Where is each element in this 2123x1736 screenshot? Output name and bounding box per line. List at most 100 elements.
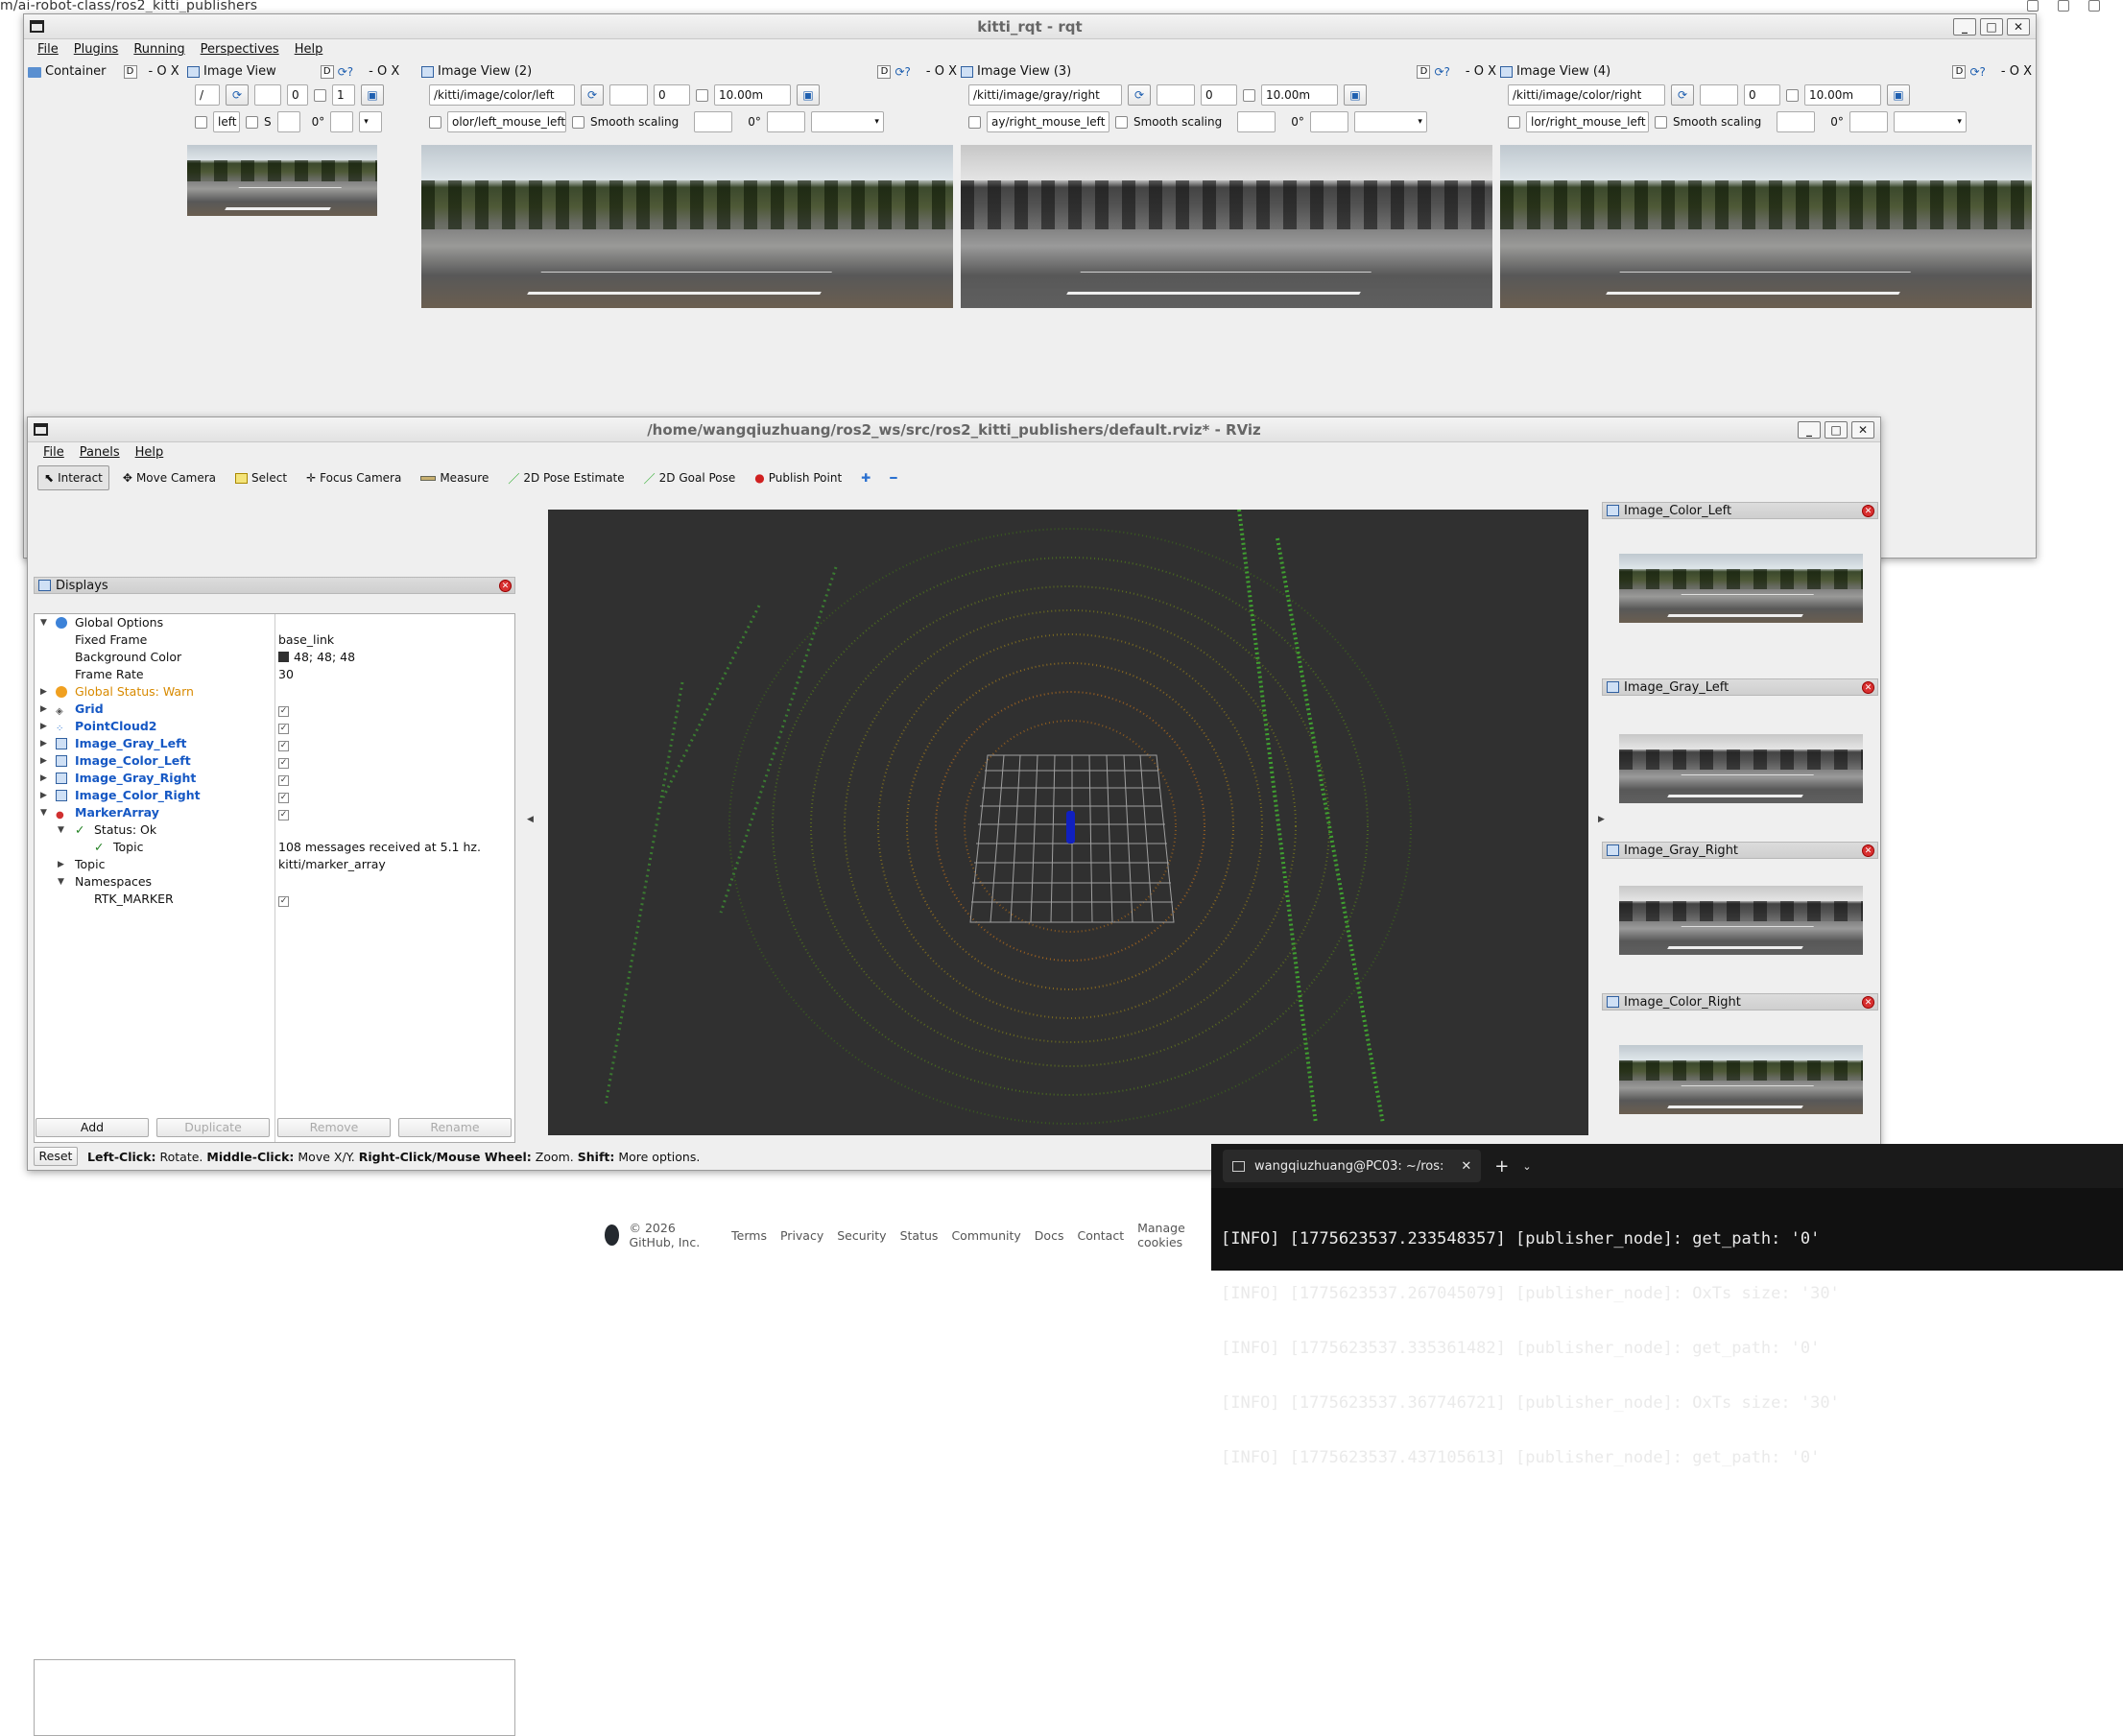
rotation-spin[interactable]: 0 xyxy=(1201,84,1237,106)
tool-focus-camera[interactable]: ✛ Focus Camera xyxy=(300,465,407,490)
tool-2d-pose-estimate[interactable]: ／ 2D Pose Estimate xyxy=(502,465,630,490)
dock-d-button[interactable]: D xyxy=(877,65,892,79)
checkbox-enabled[interactable]: ✓ xyxy=(278,896,289,907)
displays-panel-header[interactable]: Displays ✕ xyxy=(34,577,515,594)
new-tab-icon[interactable]: + xyxy=(1494,1156,1509,1177)
mouse-pub-checkbox[interactable] xyxy=(1508,115,1520,129)
rotation-field[interactable] xyxy=(766,111,805,132)
color-field[interactable] xyxy=(1777,111,1816,132)
tree-row-rtk-marker[interactable]: RTK_MARKER ✓ xyxy=(35,891,514,908)
add-display-button[interactable]: Add xyxy=(36,1118,149,1137)
tool-publish-point[interactable]: ● Publish Point xyxy=(749,465,847,490)
dock-d-button[interactable]: D xyxy=(1417,65,1431,79)
checkbox-enabled[interactable]: ✓ xyxy=(278,758,289,769)
mouse-topic-field[interactable]: olor/left_mouse_left xyxy=(447,111,566,132)
topic-select[interactable]: / xyxy=(195,84,220,106)
tree-row-image-color-right[interactable]: ▶ Image_Color_Right ✓ xyxy=(35,787,514,804)
refresh-topics-button[interactable]: ⟳ xyxy=(1671,84,1694,106)
footer-link-contact[interactable]: Contact xyxy=(1077,1228,1124,1243)
footer-link-manage-cookies[interactable]: Manage cookies xyxy=(1137,1221,1205,1249)
tree-row-pointcloud2[interactable]: ▶ ⁘ PointCloud2 ✓ xyxy=(35,718,514,735)
tree-row-background-color[interactable]: Background Color 48; 48; 48 xyxy=(35,649,514,666)
footer-link-security[interactable]: Security xyxy=(837,1228,886,1243)
remove-tool-button[interactable]: ━ xyxy=(884,465,902,490)
colormap-select[interactable]: ▾ xyxy=(359,111,383,132)
terminal-window[interactable]: wangqiuzhuang@PC03: ~/ros: ✕ + ⌄ [INFO] … xyxy=(1211,1144,2123,1467)
menu-perspectives[interactable]: Perspectives xyxy=(201,39,279,60)
close-button[interactable]: ✕ xyxy=(2007,18,2030,36)
tree-row-image-gray-right[interactable]: ▶ Image_Gray_Right ✓ xyxy=(35,770,514,787)
footer-link-docs[interactable]: Docs xyxy=(1035,1228,1064,1243)
menu-file[interactable]: File xyxy=(37,39,59,60)
tree-row-grid[interactable]: ▶ ◈ Grid ✓ xyxy=(35,701,514,718)
panel-image-color-left-header[interactable]: Image_Color_Left ✕ xyxy=(1602,502,1878,519)
color-field[interactable] xyxy=(1237,111,1276,132)
minimize-button[interactable]: _ xyxy=(1798,421,1821,439)
checkbox-enabled[interactable]: ✓ xyxy=(278,810,289,820)
tree-row-global-status[interactable]: ▶ Global Status: Warn xyxy=(35,683,514,701)
menu-file[interactable]: File xyxy=(43,442,64,464)
range-spin[interactable]: 10.00m xyxy=(1261,84,1338,106)
mouse-pub-checkbox[interactable] xyxy=(195,115,207,129)
refresh-help-icons[interactable]: ⟳? xyxy=(338,62,353,82)
tree-row-fixed-frame[interactable]: Fixed Frame base_link xyxy=(35,631,514,649)
dock-controls[interactable]: - O X xyxy=(369,62,399,82)
smooth-checkbox[interactable] xyxy=(246,115,258,129)
container-dock-header[interactable]: Container D - O X xyxy=(28,62,181,82)
footer-link-terms[interactable]: Terms xyxy=(731,1228,767,1243)
tool-move-camera[interactable]: ✥ Move Camera xyxy=(117,465,222,490)
browser-toolbar-icons[interactable] xyxy=(2008,0,2123,12)
topic-select[interactable]: /kitti/image/color/left xyxy=(429,84,575,106)
rename-display-button[interactable]: Rename xyxy=(398,1118,512,1137)
refresh-topics-button[interactable]: ⟳ xyxy=(581,84,604,106)
menu-panels[interactable]: Panels xyxy=(80,442,120,464)
tree-row-status-ok[interactable]: ▼ ✓ Status: Ok xyxy=(35,821,514,839)
zoom-field[interactable] xyxy=(609,84,648,106)
rotation-field[interactable] xyxy=(1849,111,1888,132)
dock-d-button[interactable]: D xyxy=(1952,65,1967,79)
footer-link-community[interactable]: Community xyxy=(951,1228,1020,1243)
panel-image-color-right-header[interactable]: Image_Color_Right ✕ xyxy=(1602,993,1878,1011)
checkbox-enabled[interactable]: ✓ xyxy=(278,724,289,734)
footer-link-privacy[interactable]: Privacy xyxy=(780,1228,823,1243)
close-panel-icon[interactable]: ✕ xyxy=(1862,681,1874,694)
smooth-checkbox[interactable] xyxy=(1115,115,1128,129)
mouse-topic-field[interactable]: lor/right_mouse_left xyxy=(1526,111,1649,132)
tool-measure[interactable]: Measure xyxy=(415,465,494,490)
save-image-button[interactable]: ▣ xyxy=(797,84,820,106)
refresh-help-icons[interactable]: ⟳? xyxy=(895,62,910,82)
dock-controls[interactable]: - O X xyxy=(149,62,179,82)
tree-row-namespaces[interactable]: ▼ Namespaces xyxy=(35,873,514,891)
mouse-pub-checkbox[interactable] xyxy=(429,115,441,129)
smooth-checkbox[interactable] xyxy=(572,115,584,129)
number-spin[interactable]: 1 xyxy=(332,84,355,106)
topic-select[interactable]: /kitti/image/color/right xyxy=(1508,84,1665,106)
rqt-titlebar[interactable]: kitti_rqt - rqt _ □ ✕ xyxy=(24,14,2036,39)
colormap-select[interactable]: ▾ xyxy=(810,111,884,132)
close-panel-icon[interactable]: ✕ xyxy=(499,580,512,592)
save-image-button[interactable]: ▣ xyxy=(1344,84,1367,106)
checkbox[interactable] xyxy=(696,88,708,102)
close-panel-icon[interactable]: ✕ xyxy=(1862,844,1874,857)
rotation-field[interactable] xyxy=(330,111,354,132)
refresh-help-icons[interactable]: ⟳? xyxy=(1969,62,1985,82)
reset-button[interactable]: Reset xyxy=(34,1147,78,1166)
minimize-button[interactable]: _ xyxy=(1953,18,1976,36)
tree-row-image-gray-left[interactable]: ▶ Image_Gray_Left ✓ xyxy=(35,735,514,752)
checkbox-enabled[interactable]: ✓ xyxy=(278,775,289,786)
color-field[interactable] xyxy=(276,111,300,132)
zoom-field[interactable] xyxy=(254,84,281,106)
range-spin[interactable]: 10.00m xyxy=(1804,84,1881,106)
tool-2d-goal-pose[interactable]: ／ 2D Goal Pose xyxy=(638,465,742,490)
panel-image-gray-left-header[interactable]: Image_Gray_Left ✕ xyxy=(1602,678,1878,696)
rotation-spin[interactable]: 0 xyxy=(287,84,308,106)
mouse-pub-checkbox[interactable] xyxy=(968,115,981,129)
rotation-spin[interactable]: 0 xyxy=(1744,84,1780,106)
tree-row-marker-array[interactable]: ▼ ● MarkerArray ✓ xyxy=(35,804,514,821)
menu-help[interactable]: Help xyxy=(295,39,323,60)
topic-select[interactable]: /kitti/image/gray/right xyxy=(968,84,1122,106)
checkbox[interactable] xyxy=(1243,88,1255,102)
mouse-topic-field[interactable]: ay/right_mouse_left xyxy=(987,111,1109,132)
tree-row-global-options[interactable]: ▼ Global Options xyxy=(35,614,514,631)
tool-interact[interactable]: ⬉ Interact xyxy=(37,465,109,490)
